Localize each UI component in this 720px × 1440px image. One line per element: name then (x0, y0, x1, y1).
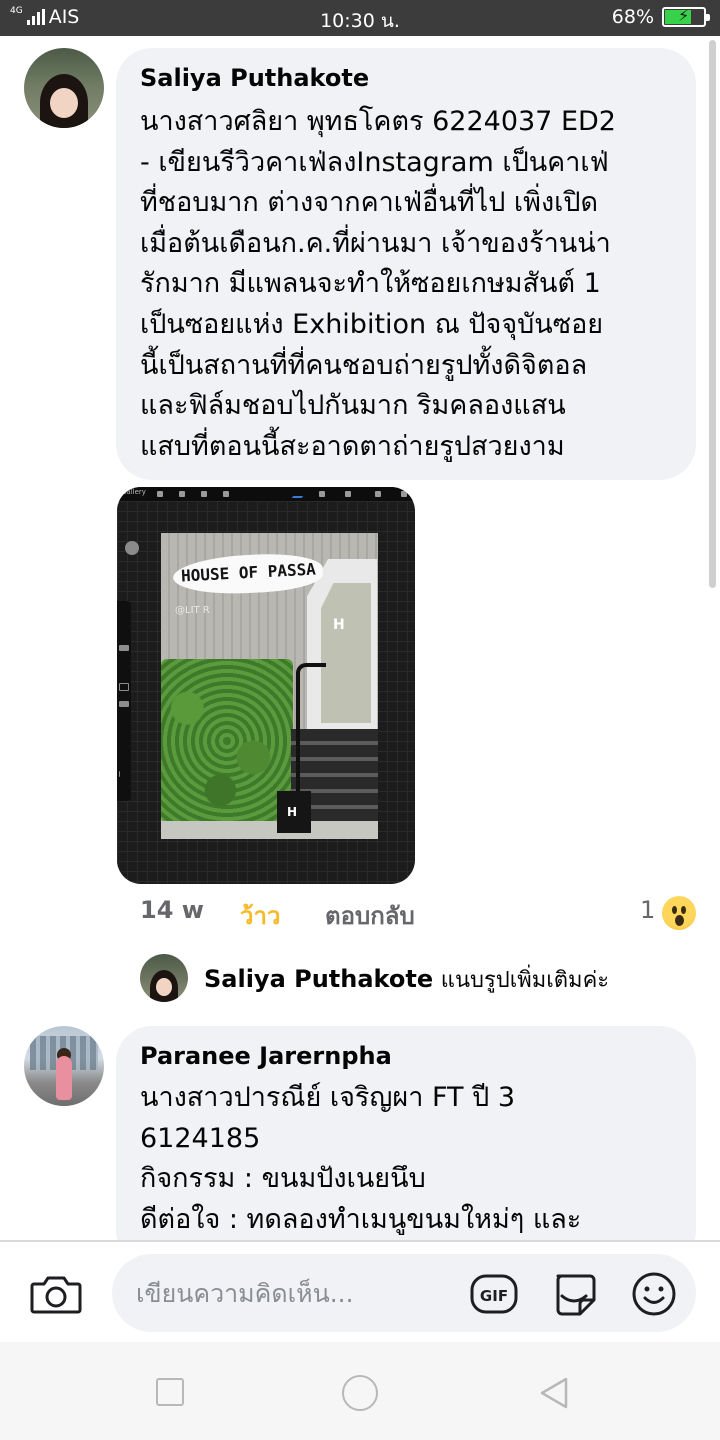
avatar[interactable] (24, 1026, 104, 1106)
photo-watermark: @LIT R (175, 605, 210, 616)
comment-composer: GIF (0, 1242, 720, 1342)
battery-percent: 68% (611, 6, 654, 28)
facebook-comments-screen: 4G AIS 10:30 น. 68% ⚡ Saliya Puthakote น… (0, 0, 720, 1440)
cafe-logo-mark: H (333, 617, 345, 633)
color-picker-icon (125, 541, 139, 555)
cafe-photo-canvas: H HOUSE OF PASSA @LIT R H (161, 533, 378, 839)
back-icon[interactable] (538, 1376, 570, 1410)
clock: 10:30 น. (320, 10, 400, 32)
comment-bubble: Saliya Puthakote นางสาวศลิยา พุทธโคตร 62… (116, 48, 696, 480)
drawing-app-toolbar: Gallery (117, 487, 415, 501)
wow-emoji-icon[interactable] (662, 896, 696, 930)
like-button[interactable]: ว้าว (240, 896, 280, 935)
recent-apps-icon[interactable] (156, 1378, 184, 1406)
system-nav-bar (0, 1342, 720, 1440)
reply-preview[interactable]: Saliya Puthakote แนบรูปเพิ่มเติมค่ะ (204, 962, 609, 997)
reaction-count[interactable]: 1 (640, 896, 655, 924)
gif-icon[interactable]: GIF (470, 1270, 518, 1318)
comment-author[interactable]: Paranee Jarernpha (140, 1042, 392, 1070)
reply-author[interactable]: Saliya Puthakote (204, 965, 433, 993)
status-bar: 4G AIS 10:30 น. 68% ⚡ (0, 0, 720, 36)
reply-avatar[interactable] (140, 954, 188, 1002)
cafe-logo-mark-box: H (287, 805, 298, 819)
comment-actions: 14 w ว้าว ตอบกลับ 1 (140, 896, 700, 930)
comment-text: นางสาวศลิยา พุทธโคตร 6224037 ED2 - เขียน… (140, 106, 616, 462)
gif-label: GIF (480, 1287, 508, 1305)
scrollbar[interactable] (709, 40, 716, 588)
camera-icon[interactable] (30, 1272, 82, 1316)
comment-input-box[interactable]: GIF (112, 1254, 696, 1332)
sticker-icon[interactable] (550, 1270, 598, 1318)
comment-author[interactable]: Saliya Puthakote (140, 64, 369, 92)
comment-time[interactable]: 14 w (140, 896, 204, 924)
reply-text: แนบรูปเพิ่มเติมค่ะ (440, 968, 610, 993)
avatar[interactable] (24, 48, 104, 128)
comment-bubble: Paranee Jarernpha นางสาวปารณีย์ เจริญผา … (116, 1026, 696, 1266)
gallery-label: Gallery (121, 488, 146, 496)
emoji-icon[interactable] (630, 1270, 678, 1318)
brush-size-slider (117, 601, 131, 801)
reply-button[interactable]: ตอบกลับ (325, 896, 415, 935)
home-icon[interactable] (342, 1375, 378, 1411)
battery-icon: ⚡ (662, 6, 710, 27)
comment-input[interactable] (136, 1274, 456, 1312)
comment-photo[interactable]: Gallery H HOUSE OF PASSA @LIT R H (117, 487, 415, 884)
comment-text: นางสาวปารณีย์ เจริญผา FT ปี 3 6124185 กิ… (140, 1082, 582, 1235)
hedge (161, 659, 293, 823)
